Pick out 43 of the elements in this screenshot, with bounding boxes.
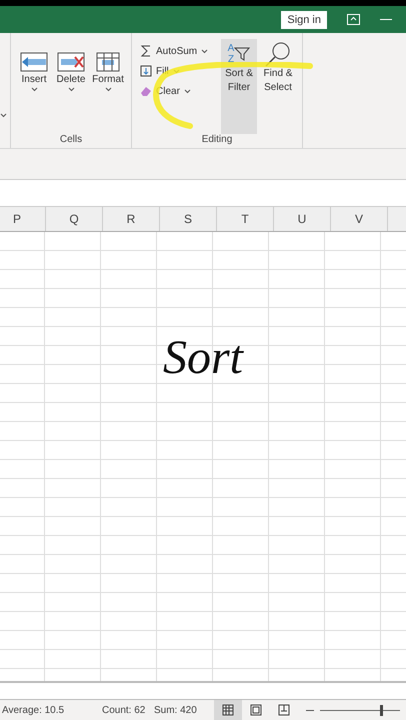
caption-text: Sort [162, 331, 243, 384]
filter-icon [234, 46, 250, 62]
fill-icon [140, 65, 152, 77]
delete-cells-icon [57, 51, 85, 73]
format-cells-icon [94, 51, 122, 73]
insert-cells-icon [20, 51, 48, 73]
eraser-icon [140, 85, 152, 97]
ribbon-button[interactable]: Fill [138, 61, 218, 81]
caret-icon [184, 88, 191, 94]
page-layout-icon [250, 704, 262, 716]
ribbon-button[interactable]: Find & Select [260, 39, 296, 134]
ribbon-button[interactable]: Format [91, 49, 125, 134]
caret-icon [30, 87, 38, 92]
column-header[interactable]: T [217, 207, 274, 231]
caret-icon [104, 87, 112, 92]
grid-view-icon [222, 704, 234, 716]
group-label: Editing [200, 134, 234, 147]
sigma-icon [140, 45, 152, 57]
ribbon-button[interactable]: AutoSum [138, 41, 218, 61]
column-header[interactable]: P [0, 207, 46, 231]
column-header[interactable]: U [274, 207, 331, 231]
column-header[interactable]: V [331, 207, 388, 231]
group-label: Cells [58, 134, 84, 147]
ribbon-button[interactable]: Delete [54, 49, 88, 134]
caret-icon [68, 87, 74, 92]
minimize-icon[interactable] [380, 18, 392, 20]
sign-in-button[interactable]: Sign in [281, 10, 327, 28]
slider-thumb[interactable] [380, 704, 383, 716]
page-break-icon [278, 704, 290, 716]
status-text: Sum: 420 [154, 704, 198, 716]
ribbon-button[interactable]: Insert [17, 49, 51, 134]
status-text: Count: 62 [102, 704, 146, 716]
cell-grid[interactable] [0, 232, 406, 681]
column-header[interactable]: S [160, 207, 217, 231]
caret-icon [0, 113, 7, 118]
status-text: Average: 10.5 [2, 704, 66, 716]
ribbon-button[interactable]: A Z Sort & Filter [221, 39, 257, 134]
column-header[interactable]: R [103, 207, 160, 231]
view-button[interactable] [214, 700, 242, 720]
column-header[interactable]: Q [46, 207, 103, 231]
ribbon-display-icon[interactable] [347, 14, 360, 25]
caret-icon [201, 48, 208, 54]
sort-letters: A Z [228, 43, 234, 65]
